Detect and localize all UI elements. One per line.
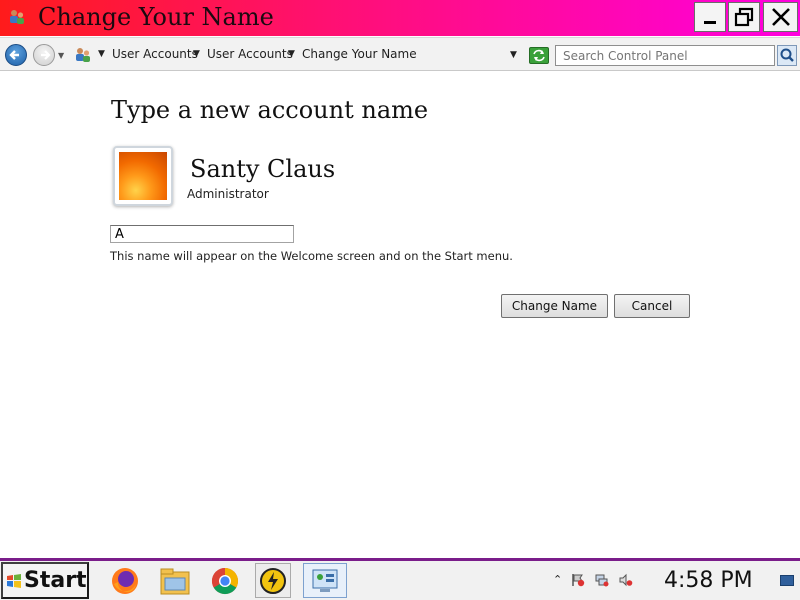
recent-pages-dropdown-icon[interactable]: ▼ — [58, 51, 64, 60]
show-hidden-icons-button[interactable]: ⌃ — [553, 573, 562, 586]
taskbar-file-explorer[interactable] — [157, 563, 193, 598]
new-name-input[interactable] — [110, 225, 294, 243]
chevron-down-icon[interactable]: ▼ — [288, 49, 295, 59]
search-button[interactable] — [777, 45, 797, 66]
flower-picture-icon — [119, 152, 167, 200]
clock[interactable]: 4:58 PM — [664, 568, 753, 593]
close-icon — [771, 8, 790, 26]
refresh-icon — [533, 49, 545, 62]
network-icon[interactable] — [595, 573, 609, 587]
cancel-button[interactable]: Cancel — [614, 294, 690, 318]
taskbar-control-panel[interactable] — [303, 563, 347, 598]
address-dropdown-icon[interactable]: ▼ — [510, 50, 517, 60]
control-panel-icon — [312, 569, 338, 592]
start-label: Start — [24, 568, 87, 593]
search-input[interactable] — [555, 45, 775, 66]
minimize-icon — [704, 21, 716, 24]
forward-button[interactable] — [33, 44, 55, 66]
chevron-down-icon[interactable]: ▼ — [193, 49, 200, 59]
taskbar-firefox[interactable] — [107, 563, 143, 598]
taskbar-chrome[interactable] — [207, 563, 243, 598]
volume-muted-icon[interactable] — [619, 573, 633, 587]
restore-button[interactable] — [728, 2, 760, 32]
file-explorer-icon — [160, 568, 190, 594]
user-name: Santy Claus — [190, 155, 336, 183]
title-bar: Change Your Name — [0, 0, 800, 36]
start-button[interactable]: Start — [1, 562, 89, 599]
breadcrumb-user-accounts-sub[interactable]: User Accounts — [207, 47, 293, 61]
chrome-icon — [211, 567, 239, 594]
action-center-flag-icon[interactable] — [571, 573, 585, 587]
name-hint-text: This name will appear on the Welcome scr… — [110, 249, 513, 263]
chevron-down-icon[interactable]: ▼ — [98, 49, 105, 59]
user-avatar — [113, 146, 173, 206]
change-name-button[interactable]: Change Name — [501, 294, 608, 318]
account-type-label: Administrator — [187, 187, 269, 201]
breadcrumb-user-accounts[interactable]: User Accounts — [112, 47, 198, 61]
breadcrumb-change-your-name[interactable]: Change Your Name — [302, 47, 417, 61]
window-title: Change Your Name — [38, 3, 274, 31]
forward-arrow-icon — [41, 50, 51, 60]
back-arrow-icon — [9, 50, 19, 60]
close-button[interactable] — [763, 2, 798, 32]
restore-icon — [734, 7, 754, 27]
back-button[interactable] — [5, 44, 27, 66]
user-accounts-icon — [76, 48, 90, 62]
minimize-button[interactable] — [694, 2, 726, 32]
search-icon — [780, 48, 794, 62]
user-accounts-icon — [10, 10, 24, 24]
taskbar: Start ⌃ 4:58 PM — [0, 558, 800, 600]
address-bar: ▼ ▼ User Accounts ▼ User Accounts ▼ Chan… — [0, 37, 800, 71]
refresh-button[interactable] — [529, 47, 549, 64]
windows-logo-icon — [7, 573, 21, 588]
page-title: Type a new account name — [111, 96, 429, 124]
taskbar-power-app[interactable] — [255, 563, 291, 598]
show-desktop-icon[interactable] — [780, 575, 794, 586]
firefox-icon — [112, 567, 138, 594]
power-icon — [260, 567, 286, 594]
